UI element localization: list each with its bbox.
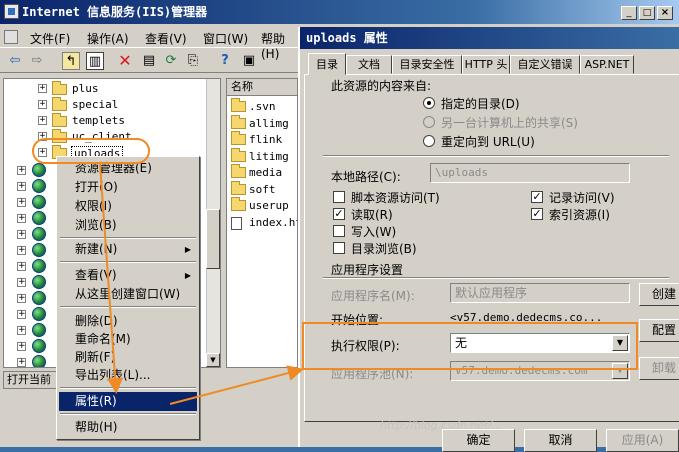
close-icon[interactable]: × <box>657 6 673 20</box>
arrow-to-dialog <box>169 365 304 405</box>
minimize-icon[interactable]: _ <box>621 6 637 20</box>
window-controls: _ □ × <box>621 6 675 20</box>
arrow-to-properties <box>99 163 124 394</box>
tab-directory[interactable]: 目录 <box>308 53 346 75</box>
maximize-icon[interactable]: □ <box>639 6 655 20</box>
